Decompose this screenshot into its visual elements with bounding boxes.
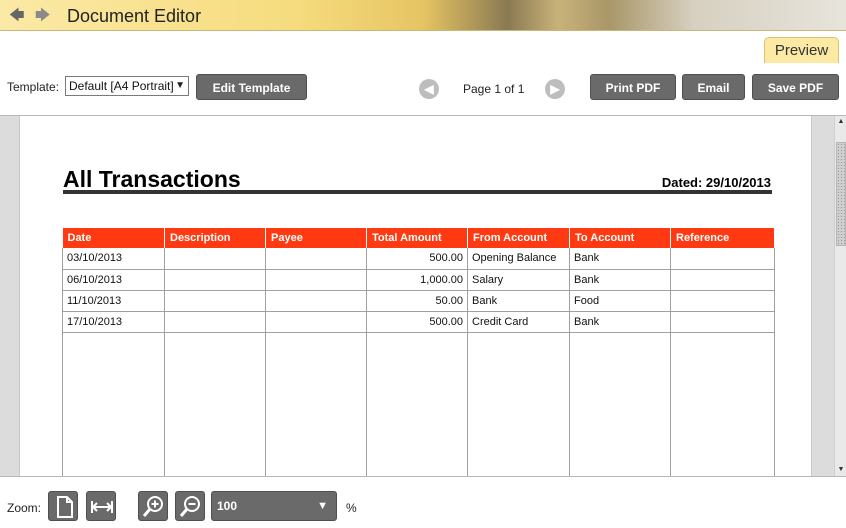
cell-description	[164, 290, 266, 312]
cell-date: 17/10/2013	[62, 311, 165, 333]
window-title: Document Editor	[67, 6, 202, 26]
cell-reference	[670, 311, 775, 333]
next-page-icon[interactable]: ▶	[545, 79, 565, 99]
title-bar: 🡄 🡆 Document Editor	[0, 0, 846, 31]
scroll-thumb[interactable]	[836, 142, 846, 246]
cell-to-account: Bank	[569, 311, 671, 333]
document-title: All Transactions	[63, 166, 241, 192]
zoom-level-value: 100	[217, 499, 238, 513]
zoom-unit-label: %	[346, 501, 357, 515]
table-row: 06/10/2013 1,000.00 Salary Bank	[62, 269, 775, 291]
document-page: All Transactions Dated: 29/10/2013 Date …	[19, 116, 812, 476]
zoom-in-icon	[142, 496, 163, 517]
email-button[interactable]: Email	[682, 74, 745, 100]
tab-preview[interactable]: Preview	[764, 37, 839, 63]
zoom-bar: Zoom: 100 ▼ %	[0, 476, 846, 528]
cell-date: 03/10/2013	[62, 248, 165, 270]
column-header: Description	[164, 228, 266, 248]
cell-payee	[265, 248, 367, 270]
cell-description	[164, 269, 266, 291]
title-rule	[63, 190, 772, 194]
cell-payee	[265, 290, 367, 312]
column-header: From Account	[467, 228, 570, 248]
back-arrow-icon[interactable]: 🡄	[9, 8, 25, 24]
cell-payee	[265, 269, 367, 291]
cell-amount: 1,000.00	[366, 269, 468, 291]
chevron-down-icon: ▼	[175, 80, 185, 91]
zoom-out-icon	[179, 496, 200, 517]
template-label: Template:	[7, 80, 60, 94]
cell-from-account: Salary	[467, 269, 570, 291]
cell-amount: 500.00	[366, 248, 468, 270]
previous-page-icon[interactable]: ◀	[419, 79, 439, 99]
column-header: Reference	[670, 228, 775, 248]
scroll-down-icon[interactable]: ▼	[836, 464, 846, 476]
cell-reference	[670, 269, 775, 291]
document-date: Dated: 29/10/2013	[661, 175, 771, 190]
table-header-row: Date Description Payee Total Amount From…	[62, 228, 775, 248]
column-header: Total Amount	[366, 228, 468, 248]
column-header: Date	[62, 228, 165, 248]
template-select-value: Default [A4 Portrait]	[69, 79, 174, 93]
zoom-out-button[interactable]	[175, 491, 205, 521]
table-row: 11/10/2013 50.00 Bank Food	[62, 290, 775, 312]
table-row: 03/10/2013 500.00 Opening Balance Bank	[62, 248, 775, 270]
scroll-up-icon[interactable]: ▲	[836, 116, 846, 128]
table-filler-row	[62, 332, 775, 476]
edit-template-button[interactable]: Edit Template	[196, 74, 307, 100]
cell-reference	[670, 248, 775, 270]
cell-to-account: Bank	[569, 269, 671, 291]
table-row: 17/10/2013 500.00 Credit Card Bank	[62, 311, 775, 333]
column-header: Payee	[265, 228, 367, 248]
transactions-table: Date Description Payee Total Amount From…	[62, 228, 775, 476]
document-preview-area[interactable]: All Transactions Dated: 29/10/2013 Date …	[0, 116, 834, 476]
zoom-label: Zoom:	[7, 501, 42, 515]
cell-to-account: Bank	[569, 248, 671, 270]
cell-description	[164, 311, 266, 333]
cell-from-account: Credit Card	[467, 311, 570, 333]
fit-page-button[interactable]	[48, 491, 78, 521]
print-pdf-button[interactable]: Print PDF	[590, 74, 676, 100]
chevron-down-icon: ▼	[317, 500, 328, 512]
zoom-level-select[interactable]: 100 ▼	[211, 491, 337, 521]
cell-date: 11/10/2013	[62, 290, 165, 312]
cell-amount: 500.00	[366, 311, 468, 333]
cell-description	[164, 248, 266, 270]
cell-amount: 50.00	[366, 290, 468, 312]
cell-to-account: Food	[569, 290, 671, 312]
column-header: To Account	[569, 228, 671, 248]
forward-arrow-icon[interactable]: 🡆	[35, 8, 51, 24]
zoom-in-button[interactable]	[138, 491, 168, 521]
vertical-scrollbar[interactable]: ▲ ▼	[834, 116, 846, 476]
cell-payee	[265, 311, 367, 333]
cell-from-account: Bank	[467, 290, 570, 312]
cell-reference	[670, 290, 775, 312]
page-icon	[57, 496, 73, 518]
save-pdf-button[interactable]: Save PDF	[752, 74, 839, 100]
page-indicator: Page 1 of 1	[463, 82, 525, 96]
fit-width-icon	[91, 501, 113, 513]
fit-width-button[interactable]	[86, 491, 116, 521]
cell-from-account: Opening Balance	[467, 248, 570, 270]
template-select[interactable]: Default [A4 Portrait] ▼	[65, 76, 189, 96]
cell-date: 06/10/2013	[62, 269, 165, 291]
